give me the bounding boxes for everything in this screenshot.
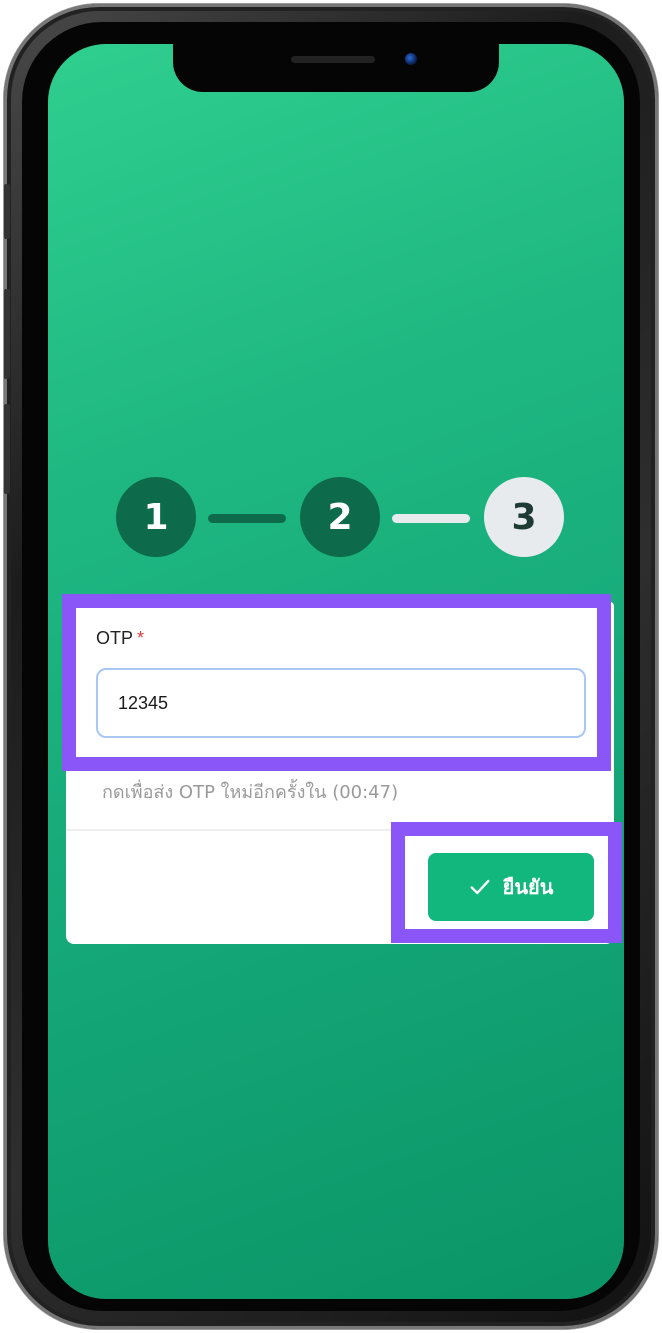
confirm-button-highlight — [391, 822, 622, 943]
otp-field-highlight — [62, 594, 611, 771]
step-3: 3 — [484, 477, 564, 557]
step-2: 2 — [300, 477, 380, 557]
step-3-number: 3 — [511, 496, 537, 538]
progress-stepper: 1 2 3 — [108, 469, 568, 559]
step-2-number: 2 — [327, 496, 353, 538]
volume-up-button — [4, 289, 10, 379]
step-1: 1 — [116, 477, 196, 557]
resend-otp-link[interactable]: กดเพื่อส่ง OTP ใหม่อีกครั้งใน (00:47) — [102, 777, 398, 806]
phone-notch — [173, 44, 499, 92]
volume-down-button — [4, 404, 10, 494]
front-camera-icon — [405, 53, 417, 65]
step-1-number: 1 — [143, 496, 169, 538]
step-connector-2-3 — [392, 514, 470, 523]
speaker-grille — [291, 56, 375, 63]
step-connector-1-2 — [208, 514, 286, 523]
silent-switch — [4, 184, 10, 239]
